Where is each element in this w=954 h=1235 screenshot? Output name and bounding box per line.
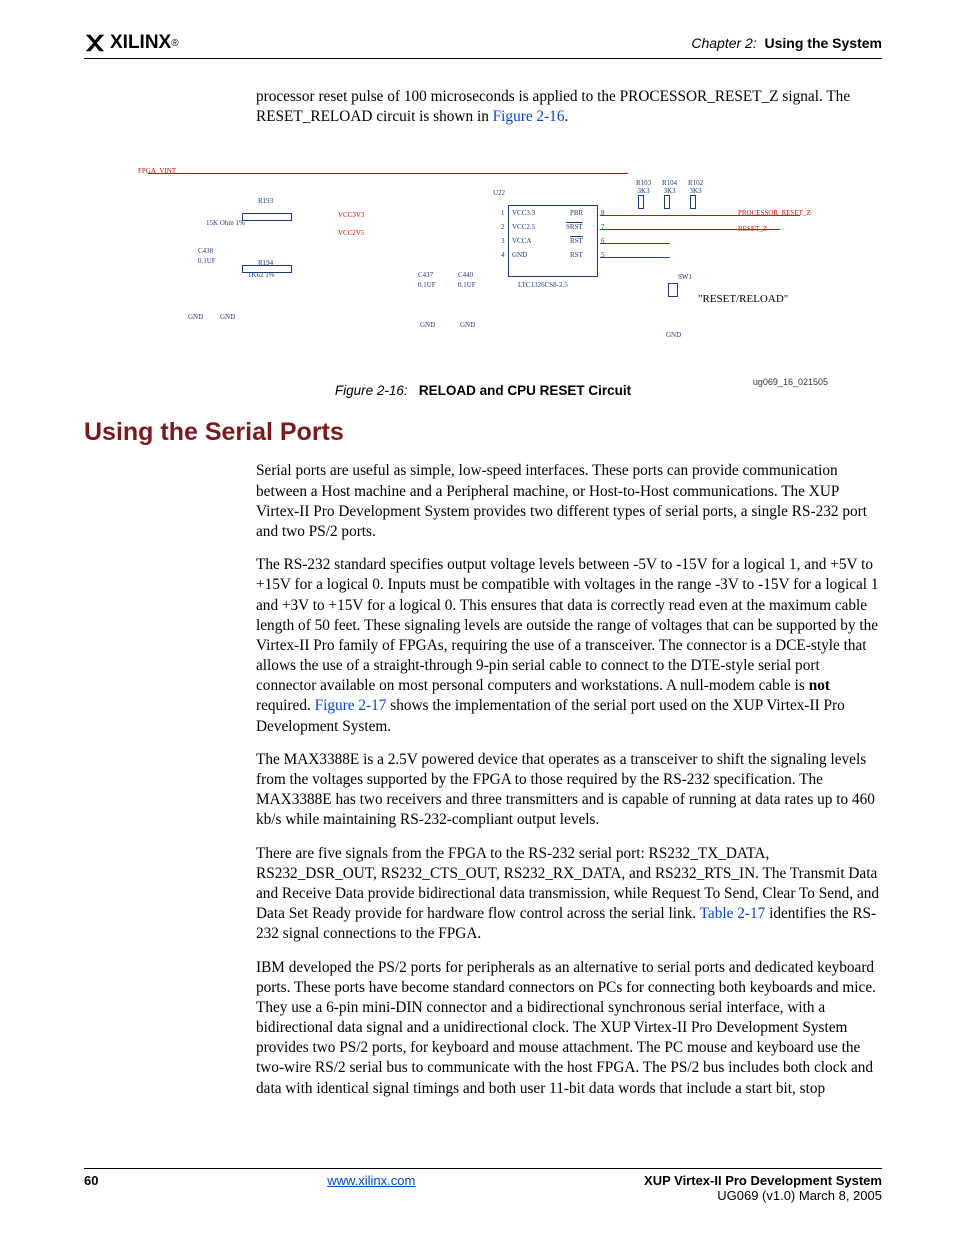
figure-2-17-xref[interactable]: Figure 2-17 [315, 697, 387, 714]
label-u22: U22 [493, 189, 505, 197]
page-number: 60 [84, 1173, 98, 1203]
label-r104: R104 3K3 [662, 179, 677, 195]
label-r193: R193 [258, 197, 273, 205]
serial-p1: Serial ports are useful as simple, low-s… [256, 461, 882, 542]
label-gnd-e: GND [666, 331, 681, 339]
pin-2: 2 [501, 223, 505, 231]
intro-text-2: . [564, 108, 568, 125]
label-r103: R103 3K3 [636, 179, 651, 195]
label-vcc3v3: VCC3V3 [338, 211, 364, 219]
section-heading-serial-ports: Using the Serial Ports [84, 418, 882, 447]
serial-p5: IBM developed the PS/2 ports for periphe… [256, 958, 882, 1099]
pin-3: 3 [501, 237, 505, 245]
chapter-title: Using the System [765, 35, 882, 51]
logo-text: XILINX [110, 32, 171, 54]
footer-doc-title: XUP Virtex-II Pro Development System [644, 1173, 882, 1188]
label-gnd2: GND [512, 251, 527, 259]
intro-paragraph: processor reset pulse of 100 microsecond… [256, 87, 882, 127]
page-footer: 60 www.xilinx.com XUP Virtex-II Pro Deve… [84, 1168, 882, 1203]
label-gnd-c: GND [420, 321, 435, 329]
label-gnd-b: GND [220, 313, 235, 321]
footer-url-link[interactable]: www.xilinx.com [327, 1173, 415, 1188]
serial-p4: There are five signals from the FPGA to … [256, 844, 882, 945]
label-c437v: 0.1UF [418, 281, 436, 289]
label-gnd-d: GND [460, 321, 475, 329]
label-part: LTC1326CS8-2.5 [518, 281, 568, 289]
label-vcca: VCCA [512, 237, 531, 245]
label-rst: RST [570, 237, 583, 245]
xilinx-logo: XILINX® [84, 32, 179, 54]
pin-4: 4 [501, 251, 505, 259]
label-c437: C437 [418, 271, 433, 279]
label-pbr: PBR [570, 209, 583, 217]
figure-2-16: FPGA_VINT R193 15K Ohm 1% R194 1K62 1% C… [84, 153, 882, 398]
label-vcc2v5: VCC2V5 [338, 229, 364, 237]
label-c440v: 0.1UF [458, 281, 476, 289]
figure-2-16-xref[interactable]: Figure 2-16 [493, 108, 565, 125]
logo-x-icon [84, 32, 106, 54]
label-sw1: SW1 [678, 273, 692, 281]
label-proc-reset: PROCESSOR_RESET_Z [738, 209, 811, 217]
label-r102: R102 3K3 [688, 179, 703, 195]
label-srst: SRST [566, 223, 583, 231]
label-vcc25: VCC2.5 [512, 223, 535, 231]
serial-p2-b: required. [256, 697, 315, 714]
label-c440: C440 [458, 271, 473, 279]
logo-registered: ® [171, 38, 178, 49]
label-vcc33: VCC3.3 [512, 209, 535, 217]
table-2-17-xref[interactable]: Table 2-17 [700, 905, 766, 922]
label-c438v: 0.1UF [198, 257, 216, 265]
figure-id-label: ug069_16_021505 [753, 377, 828, 387]
footer-doc-rev: UG069 (v1.0) March 8, 2005 [717, 1188, 882, 1203]
serial-p2-a: The RS-232 standard specifies output vol… [256, 556, 879, 694]
figure-caption-prefix: Figure 2-16: [335, 383, 408, 398]
chapter-label: Chapter 2: Using the System [691, 35, 882, 51]
label-rst2: RST [570, 251, 583, 259]
chapter-prefix: Chapter 2: [691, 35, 756, 51]
label-gnd-a: GND [188, 313, 203, 321]
label-fpga-vint: FPGA_VINT [138, 167, 176, 175]
serial-p3: The MAX3388E is a 2.5V powered device th… [256, 750, 882, 831]
label-reset-reload: "RESET/RELOAD" [698, 293, 788, 305]
label-reset-z: RESET_Z [738, 225, 767, 233]
figure-caption-title: RELOAD and CPU RESET Circuit [419, 383, 631, 398]
pin-1: 1 [501, 209, 505, 217]
serial-p2: The RS-232 standard specifies output vol… [256, 555, 882, 737]
circuit-diagram: FPGA_VINT R193 15K Ohm 1% R194 1K62 1% C… [138, 153, 828, 373]
label-r193v: 15K Ohm 1% [206, 219, 245, 227]
label-c438: C438 [198, 247, 213, 255]
page-header: XILINX® Chapter 2: Using the System [84, 32, 882, 59]
serial-p2-bold: not [809, 677, 830, 694]
